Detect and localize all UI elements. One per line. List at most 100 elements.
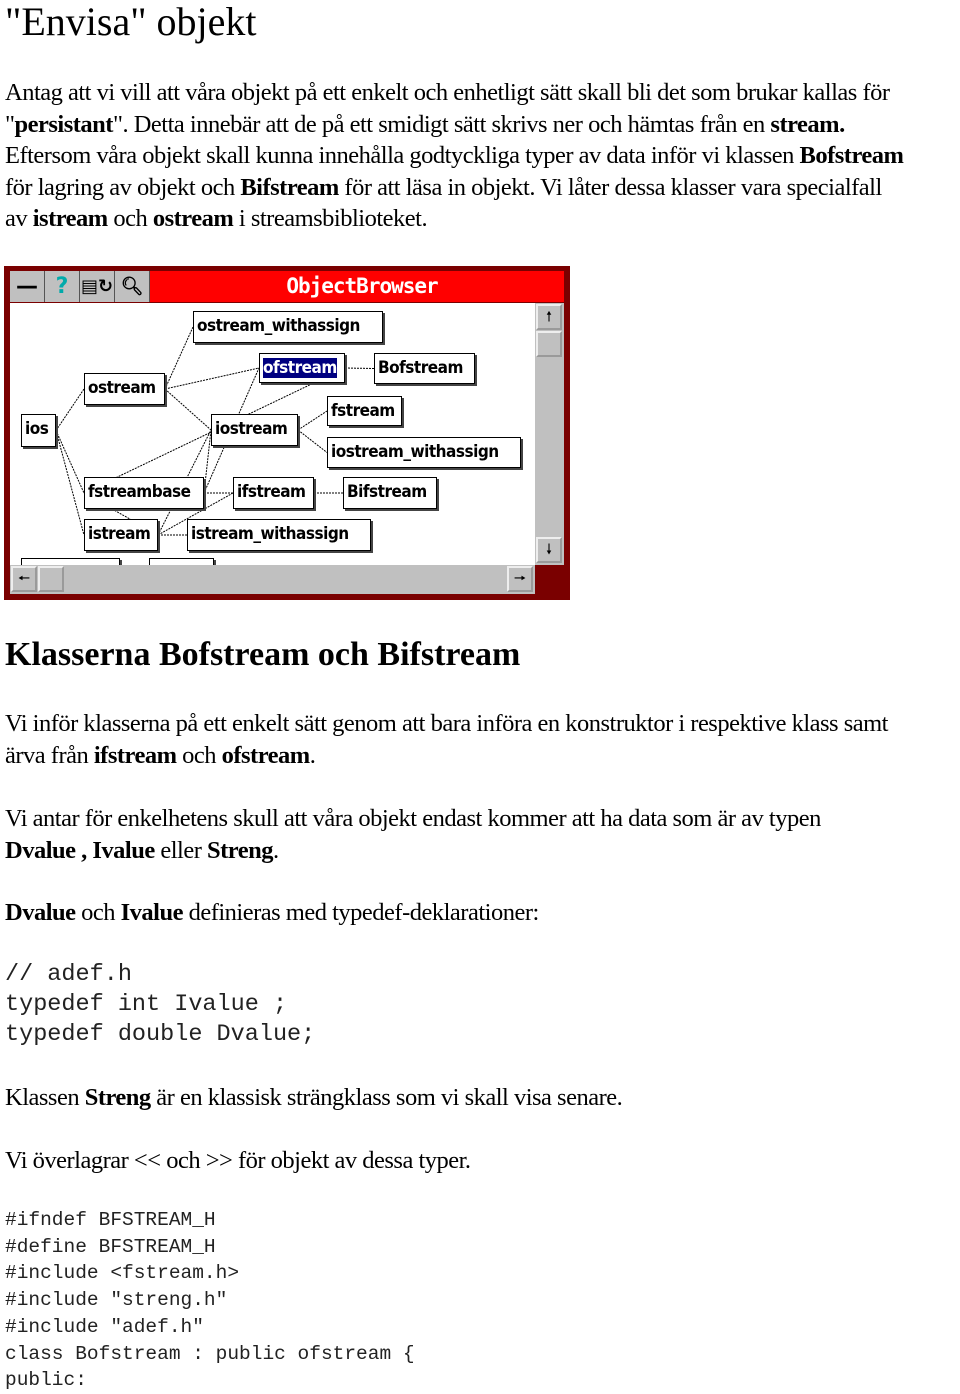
text: eller [154,837,207,864]
title-bar: — ? ▤↻ 🔍︎ ObjectBrowser [10,271,564,302]
horizontal-scrollbar[interactable]: 🠔 🠖 [10,565,535,594]
class-node-ios[interactable]: ios [21,414,56,447]
bold-term: ostream [152,205,234,233]
edge-fstreambase-iostream [203,429,212,494]
text: och [107,205,153,233]
document-refresh-icon[interactable]: ▤↻ [80,271,115,302]
bold-term: Streng [84,1084,151,1111]
object-browser-window: — ? ▤↻ 🔍︎ ObjectBrowser ostream_withassi… [4,266,570,600]
code-block-bfstream: #ifndef BFSTREAM_H #define BFSTREAM_H #i… [5,1209,415,1392]
class-graph: ostream_withassign ofstream Bofstream ostre… [10,303,535,565]
class-node-ofstream[interactable]: ofstream [259,353,345,383]
vertical-scrollbar[interactable]: 🠕 🠗 [535,303,564,565]
class-name: Bofstream [378,358,463,378]
text: av [5,205,33,233]
bold-term: Bifstream [240,173,339,201]
class-node-partial[interactable] [149,558,214,565]
text-line: av istream och ostream i streamsbibliote… [5,203,960,235]
class-name: ostream [88,378,156,398]
bold-term: istream [32,205,108,233]
edge-ostream-ofstream [164,367,260,390]
class-name: Bifstream [347,482,427,502]
text: " [5,110,15,138]
scroll-down-icon[interactable]: 🠗 [536,537,562,563]
class-name: istream [88,524,151,544]
bold-term: persistant [14,110,114,138]
bold-term: Streng [207,837,273,864]
bold-term: ofstream [221,742,311,769]
class-node-istream_withassign[interactable]: istream_withassign [187,519,371,551]
class-node-Bofstream[interactable]: Bofstream [374,353,475,384]
text: Klassen [5,1084,85,1111]
minimize-icon[interactable]: — [10,271,45,302]
edge-ofstream-Bofstream [344,367,375,369]
scroll-right-icon[interactable]: 🠖 [507,566,533,592]
class-name: istream_withassign [191,524,349,544]
help-icon[interactable]: ? [45,271,80,302]
text: . [272,837,279,864]
bold-term: ifstream [93,742,177,769]
text: definieras med typedef-deklarationer: [182,899,540,926]
class-node-fstreambase[interactable]: fstreambase [84,477,204,509]
class-name: fstreambase [88,482,191,502]
class-node-ostream[interactable]: ostream [84,373,165,405]
edge-iostream-iostream_withassign [297,429,328,453]
bold-term: Dvalue , Ivalue [5,837,155,864]
class-name: iostream_withassign [331,442,499,462]
text-line: Dvalue och Ivalue definieras med typedef… [5,897,960,929]
text: Antag att vi vill att våra objekt på ett… [5,79,890,106]
class-node-ostream_withassign[interactable]: ostream_withassign [193,311,383,343]
scroll-thumb[interactable] [38,566,64,592]
text: Eftersom våra objekt skall kunna innehål… [5,142,800,170]
text-line: "persistant". Detta innebär att de på et… [5,109,960,141]
page-title: "Envisa" objekt [5,0,257,44]
text: är en klassisk strängklass som vi skall … [150,1084,623,1111]
class-node-partial[interactable] [21,558,120,565]
text-line: Antag att vi vill att våra objekt på ett… [5,77,960,109]
text-line: Vi antar för enkelhetens skull att våra … [5,803,960,835]
magnifier-icon[interactable]: 🔍︎ [115,271,150,302]
bold-term: Dvalue [5,899,76,926]
paragraph-overlagrar: Vi överlagrar << och >> för objekt av de… [5,1145,960,1177]
text: Vi antar för enkelhetens skull att våra … [5,805,821,832]
section-heading: Klasserna Bofstream och Bifstream [5,636,521,673]
class-name: ofstream [263,358,337,378]
text: Vi överlagrar << och >> för objekt av de… [5,1147,471,1174]
bold-term: stream. [770,110,845,138]
text-line: Vi inför klasserna på ett enkelt sätt ge… [5,708,960,740]
class-name: fstream [331,401,395,421]
class-name: ifstream [237,482,306,502]
scroll-thumb[interactable] [536,331,562,357]
text-line: för lagring av objekt och Bifstream för … [5,172,960,204]
edge-ostream-iostream [164,388,212,431]
class-node-iostream[interactable]: iostream [211,414,298,446]
text: ärva från [5,742,94,769]
code-block-adef: // adef.h typedef int Ivalue ; typedef d… [5,961,316,1048]
paragraph-streng: Klassen Streng är en klassisk strängklas… [5,1082,960,1114]
class-name: iostream [215,419,288,439]
bold-term: Bofstream [799,142,904,170]
class-node-iostream_withassign[interactable]: iostream_withassign [327,437,521,468]
scroll-left-icon[interactable]: 🠔 [11,566,37,592]
edge-ostream-ostream_withassign [164,326,194,390]
class-name: ios [25,419,49,439]
text-line: ärva från ifstream och ofstream. [5,740,960,772]
scroll-up-icon[interactable]: 🠕 [536,304,562,330]
class-node-fstream[interactable]: fstream [327,396,402,426]
text: ". Detta innebär att de på ett smidigt s… [112,110,771,138]
window-title: ObjectBrowser [286,274,438,298]
text: Vi inför klasserna på ett enkelt sätt ge… [5,710,888,737]
text: och [176,742,222,769]
text-line: Dvalue , Ivalue eller Streng. [5,835,960,867]
edge-ios-ostream [55,388,85,431]
text-line: Eftersom våra objekt skall kunna innehål… [5,140,960,172]
text: för lagring av objekt och [5,173,241,201]
text: i streamsbiblioteket. [233,205,428,233]
class-node-istream[interactable]: istream [84,519,158,551]
text: och [75,899,121,926]
class-node-Bifstream[interactable]: Bifstream [343,477,437,509]
text: för att läsa in objekt. Vi låter dessa k… [338,173,882,201]
bold-term: Ivalue [120,899,184,926]
class-node-ifstream[interactable]: ifstream [233,477,314,509]
class-name: ostream_withassign [197,316,360,336]
